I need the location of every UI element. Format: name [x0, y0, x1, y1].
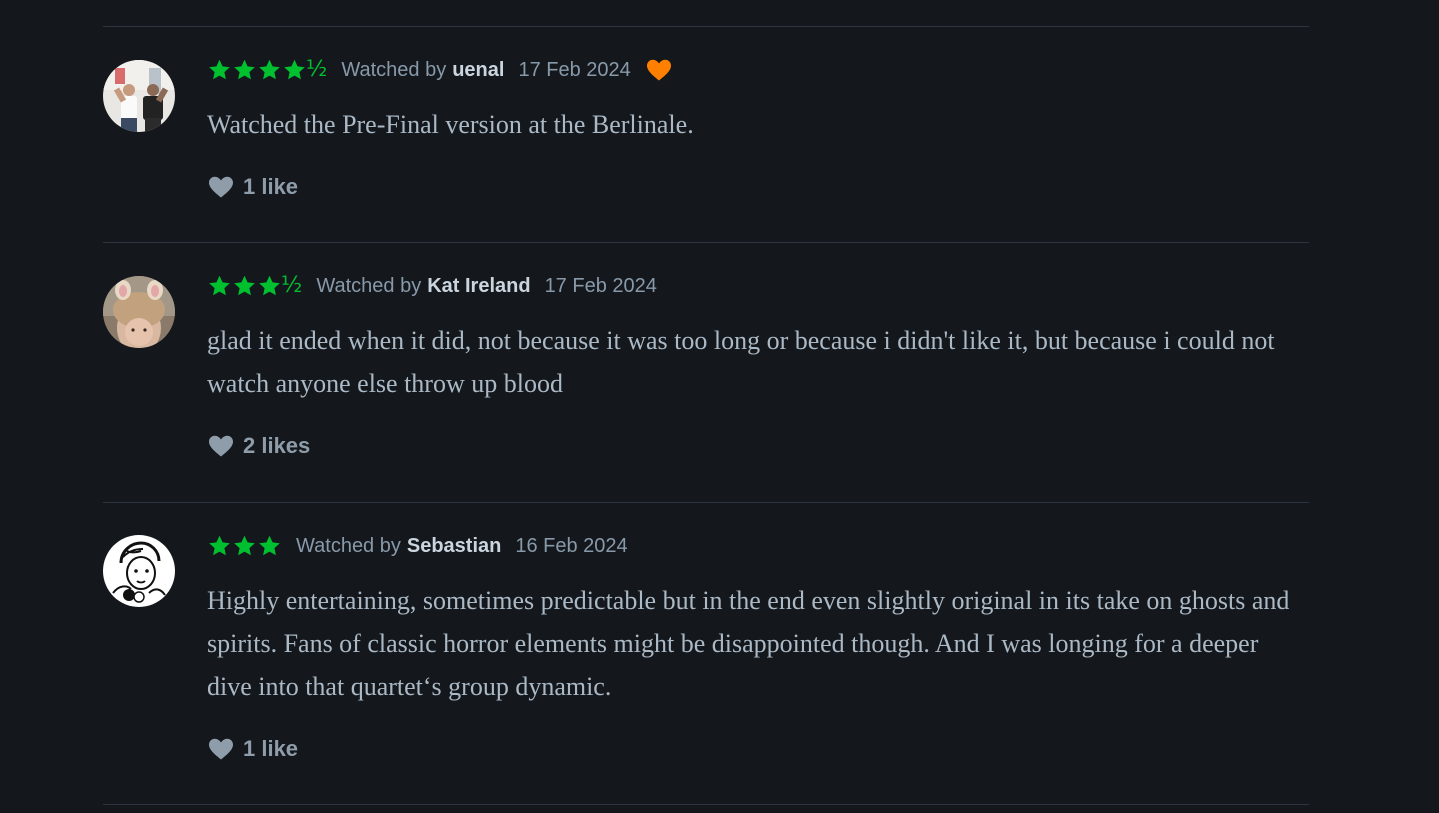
like-count: 1 like — [243, 174, 299, 199]
star-icon — [259, 275, 280, 296]
heart-icon — [209, 738, 233, 760]
star-icon — [259, 535, 280, 556]
review-text: Highly entertaining, sometimes predictab… — [207, 586, 1290, 701]
review-attribution: Watched by Sebastian 16 Feb 2024 — [207, 531, 1309, 561]
avatar[interactable] — [103, 276, 175, 348]
review-attribution: ½ Watched by uenal 17 Feb 2024 — [207, 55, 1309, 85]
watched-by-label: Watched by — [296, 535, 401, 557]
half-star-icon: ½ — [281, 273, 303, 298]
username-link[interactable]: Sebastian — [407, 531, 501, 561]
star-icon — [209, 59, 230, 80]
watched-by-label: Watched by — [341, 59, 447, 81]
like-button[interactable]: 2 likes — [207, 433, 1309, 459]
like-button[interactable]: 1 like — [207, 736, 1309, 762]
review-item: ½ Watched by uenal 17 Feb 2024 Watched t… — [103, 26, 1309, 242]
review-date: 16 Feb 2024 — [515, 535, 628, 557]
liked-heart-icon — [646, 59, 671, 81]
username-link[interactable]: Kat Ireland — [427, 271, 530, 301]
review-item: ½ Watched by Kat Ireland 17 Feb 2024 gla… — [103, 242, 1309, 502]
review-item: Watched by Sebastian 16 Feb 2024 Highly … — [103, 502, 1309, 805]
star-icon — [284, 59, 305, 80]
like-button[interactable]: 1 like — [207, 174, 1309, 200]
star-rating: ½ — [207, 271, 302, 301]
review-attribution: ½ Watched by Kat Ireland 17 Feb 2024 — [207, 271, 1309, 301]
reviews-list: ½ Watched by uenal 17 Feb 2024 Watched t… — [103, 26, 1309, 805]
star-icon — [259, 59, 280, 80]
star-icon — [234, 535, 255, 556]
like-count: 1 like — [243, 736, 299, 761]
avatar-photo-icon — [103, 60, 175, 132]
star-icon — [209, 535, 230, 556]
star-icon — [234, 275, 255, 296]
review-text: Watched the Pre-Final version at the Ber… — [207, 110, 694, 139]
avatar-photo-icon — [103, 276, 175, 348]
heart-icon — [209, 435, 233, 457]
avatar[interactable] — [103, 60, 175, 132]
review-text: glad it ended when it did, not because i… — [207, 326, 1275, 398]
review-date: 17 Feb 2024 — [544, 275, 657, 297]
heart-icon — [209, 176, 233, 198]
avatar-illustration-icon — [103, 535, 175, 607]
star-icon — [209, 275, 230, 296]
star-rating: ½ — [207, 55, 327, 85]
watched-by-label: Watched by — [316, 275, 422, 297]
review-date: 17 Feb 2024 — [518, 59, 631, 81]
like-count: 2 likes — [243, 433, 311, 458]
half-star-icon: ½ — [306, 57, 328, 82]
star-rating — [207, 534, 282, 558]
star-icon — [234, 59, 255, 80]
avatar[interactable] — [103, 535, 175, 607]
username-link[interactable]: uenal — [452, 55, 504, 85]
